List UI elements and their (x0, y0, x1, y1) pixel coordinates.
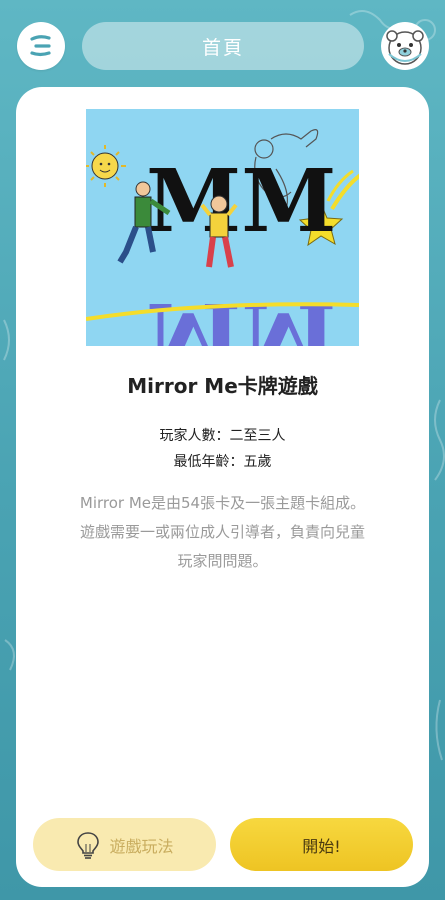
page-title: 首頁 (82, 22, 364, 70)
game-title: Mirror Me卡牌遊戲 (127, 374, 318, 398)
description-line: 玩家問問題。 (177, 552, 268, 570)
minimum-age: 最低年齡：五歲 (173, 454, 272, 470)
menu-button[interactable] (17, 22, 65, 70)
hero-mm-reflection-text: MM (146, 283, 336, 346)
sun-illustration (86, 145, 126, 187)
description-line: Mirror Me是由54張卡及一張主題卡組成。 (79, 494, 366, 512)
start-label: 開始! (302, 836, 341, 856)
how-to-play-label: 遊戲玩法 (109, 836, 174, 856)
game-cover-image: MM MM (86, 109, 359, 346)
how-to-play-button[interactable]: 遊戲玩法 (33, 818, 216, 871)
game-description: Mirror Me是由54張卡及一張主題卡組成。 遊戲需要一或兩位成人引導者，負… (46, 489, 399, 576)
lightbulb-icon (77, 831, 100, 859)
hero-mm-text: MM (146, 151, 336, 252)
game-card: MM MM Mirror Me卡牌遊戲 玩家人數：二至三人 最低年齡：五歲 Mi… (16, 87, 429, 887)
profile-avatar-button[interactable] (381, 22, 429, 70)
description-line: 遊戲需要一或兩位成人引導者，負責向兒童 (79, 523, 365, 541)
player-count: 玩家人數：二至三人 (159, 428, 286, 444)
start-button[interactable]: 開始! (230, 818, 413, 871)
menu-icon (30, 35, 51, 57)
bear-avatar-icon (386, 30, 424, 65)
